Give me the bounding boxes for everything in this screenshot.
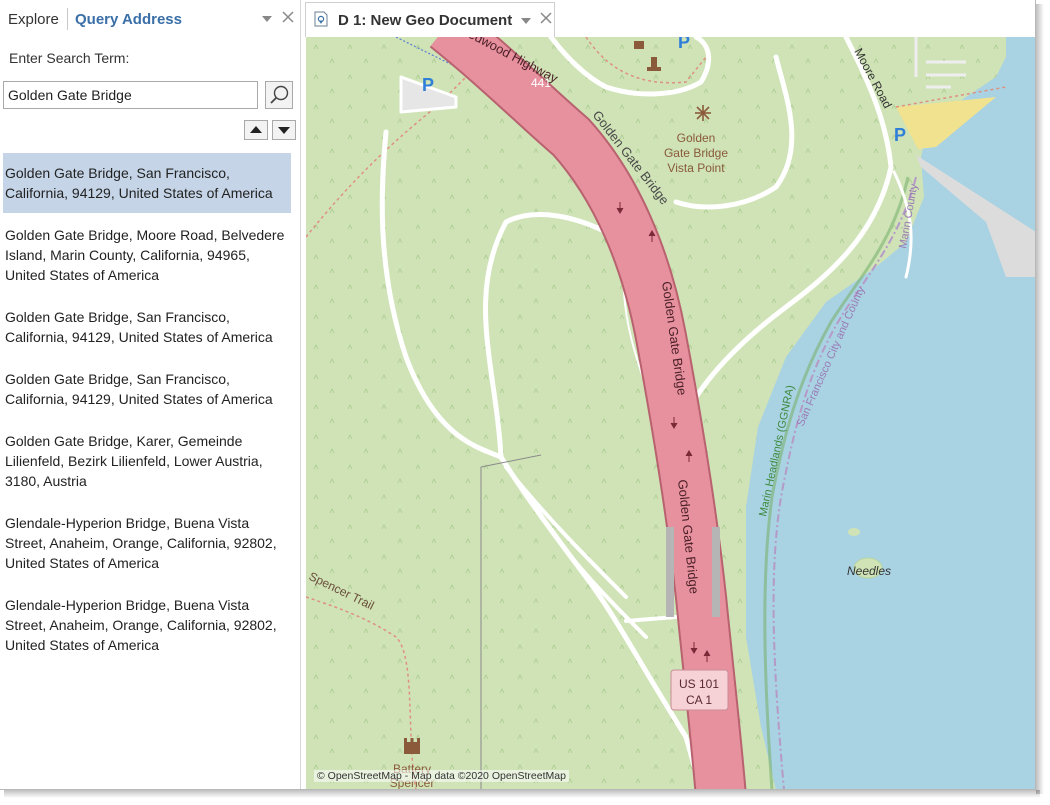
triangle-down-icon	[278, 127, 290, 134]
triangle-up-icon	[250, 126, 262, 133]
map-view[interactable]: US 101 CA 1 P P P Redwood Highway 441 Go…	[306, 37, 1036, 790]
parking-icon: P	[894, 125, 906, 145]
map-canvas[interactable]: US 101 CA 1 P P P Redwood Highway 441 Go…	[306, 37, 1036, 790]
result-item[interactable]: Golden Gate Bridge, San Francisco, Calif…	[3, 359, 291, 419]
parking-icon: P	[422, 75, 434, 95]
castle-icon	[404, 738, 420, 754]
route-shield-line-1: US 101	[679, 677, 719, 691]
viaduct-block	[712, 527, 720, 617]
window-shadow-bottom	[4, 790, 1040, 798]
tab-query-address[interactable]: Query Address	[75, 11, 182, 28]
needles-label: Needles	[847, 564, 891, 578]
parking-icon: P	[678, 37, 690, 52]
search-label: Enter Search Term:	[9, 50, 130, 66]
chevron-down-icon[interactable]	[262, 16, 272, 22]
results-list: Golden Gate Bridge, San Francisco, Calif…	[0, 153, 298, 667]
result-item[interactable]: Golden Gate Bridge, San Francisco, Calif…	[3, 153, 291, 213]
tab-divider	[67, 8, 68, 30]
result-item[interactable]: Golden Gate Bridge, Karer, Gemeinde Lili…	[3, 421, 291, 501]
document-tab-strip: D 1: New Geo Document	[301, 0, 1050, 37]
document-title: D 1: New Geo Document	[338, 12, 513, 29]
search-input[interactable]	[3, 81, 258, 109]
close-icon[interactable]	[280, 8, 296, 26]
route-number-label: 441	[531, 76, 551, 90]
vista-point-label-3: Vista Point	[667, 161, 725, 175]
window-shadow-right	[1036, 4, 1044, 794]
result-item[interactable]: Glendale-Hyperion Bridge, Buena Vista St…	[3, 503, 291, 583]
document-tab[interactable]: D 1: New Geo Document	[305, 2, 555, 37]
viewpoint-icon	[695, 105, 711, 121]
result-item[interactable]: Glendale-Hyperion Bridge, Buena Vista St…	[3, 585, 291, 665]
search-button[interactable]	[265, 81, 293, 109]
close-icon[interactable]	[539, 10, 553, 26]
needles-rock	[848, 528, 860, 536]
vista-point-label-2: Gate Bridge	[664, 146, 728, 160]
search-icon	[270, 85, 289, 104]
panel-tabs: Explore Query Address	[0, 0, 300, 37]
result-item[interactable]: Golden Gate Bridge, Moore Road, Belveder…	[3, 215, 291, 295]
tab-explore[interactable]: Explore	[8, 11, 59, 28]
viaduct-block	[666, 527, 674, 617]
result-item[interactable]: Golden Gate Bridge, San Francisco, Calif…	[3, 297, 291, 357]
vista-point-label-1: Golden	[677, 131, 716, 145]
chevron-down-icon[interactable]	[521, 18, 531, 24]
next-result-button[interactable]	[272, 120, 296, 140]
query-address-panel: Explore Query Address Enter Search Term:…	[0, 0, 301, 790]
geo-document-icon	[314, 11, 328, 27]
route-shield-line-2: CA 1	[686, 693, 712, 707]
map-attribution: © OpenStreetMap - Map data ©2020 OpenStr…	[314, 770, 569, 782]
previous-result-button[interactable]	[244, 120, 268, 140]
